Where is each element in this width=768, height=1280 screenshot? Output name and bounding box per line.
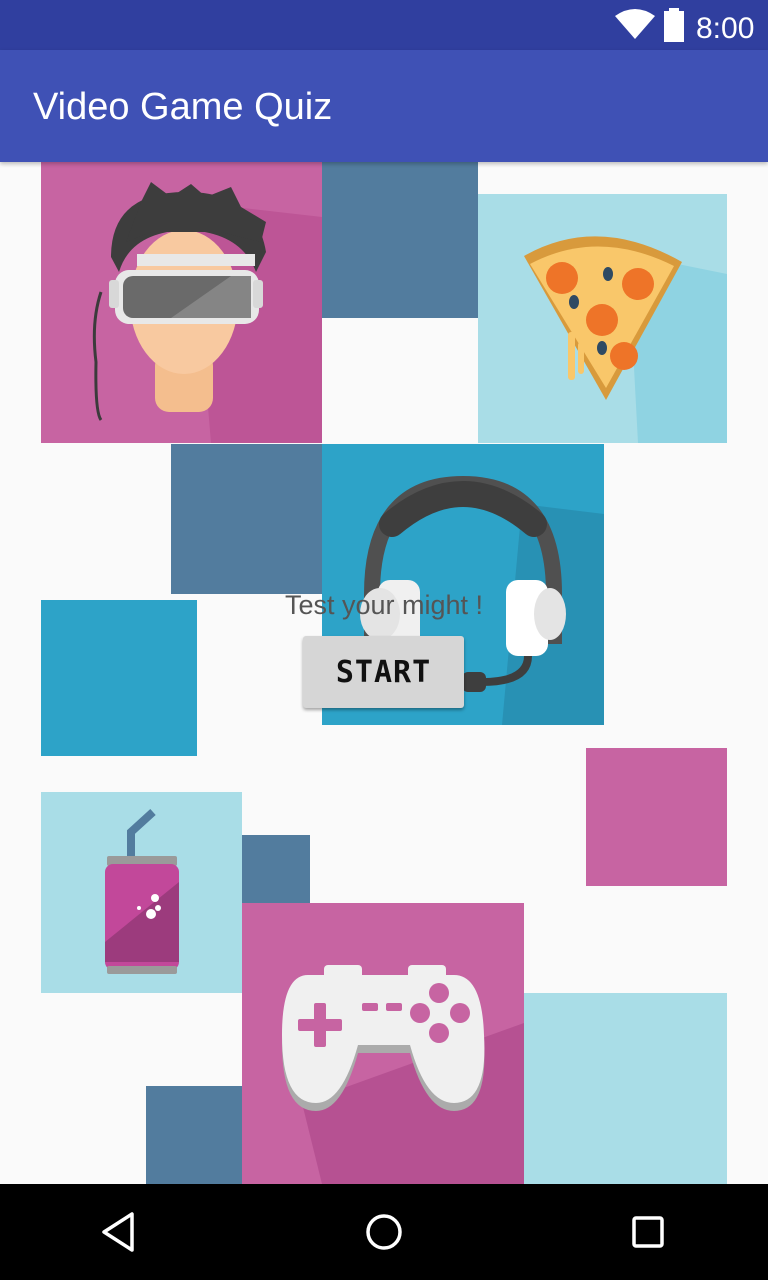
tagline-text: Test your might ! — [284, 590, 484, 620]
pizza-slice-illustration — [478, 194, 727, 443]
steel-blue-square — [322, 162, 478, 318]
light-blue-square — [523, 993, 727, 1184]
vr-headset-illustration — [41, 162, 322, 443]
battery-icon — [662, 8, 686, 42]
wifi-icon — [614, 8, 656, 40]
recents-icon[interactable] — [624, 1208, 672, 1256]
home-icon[interactable] — [360, 1208, 408, 1256]
main-content: Test your might ! START — [0, 162, 768, 1184]
soda-can-illustration — [41, 792, 242, 993]
navigation-bar — [0, 1184, 768, 1280]
steel-blue-square — [171, 444, 323, 594]
app-title: Video Game Quiz — [33, 86, 333, 128]
cyan-square — [41, 600, 197, 756]
pink-square — [586, 748, 727, 886]
game-controller-illustration — [242, 903, 524, 1184]
back-icon[interactable] — [96, 1208, 144, 1256]
status-bar: 8:00 — [0, 0, 768, 50]
app-bar: Video Game Quiz — [0, 50, 768, 162]
steel-blue-square — [146, 1086, 246, 1184]
status-time: 8:00 — [696, 12, 755, 45]
start-button[interactable]: START — [303, 636, 464, 708]
steel-blue-square — [242, 835, 310, 903]
